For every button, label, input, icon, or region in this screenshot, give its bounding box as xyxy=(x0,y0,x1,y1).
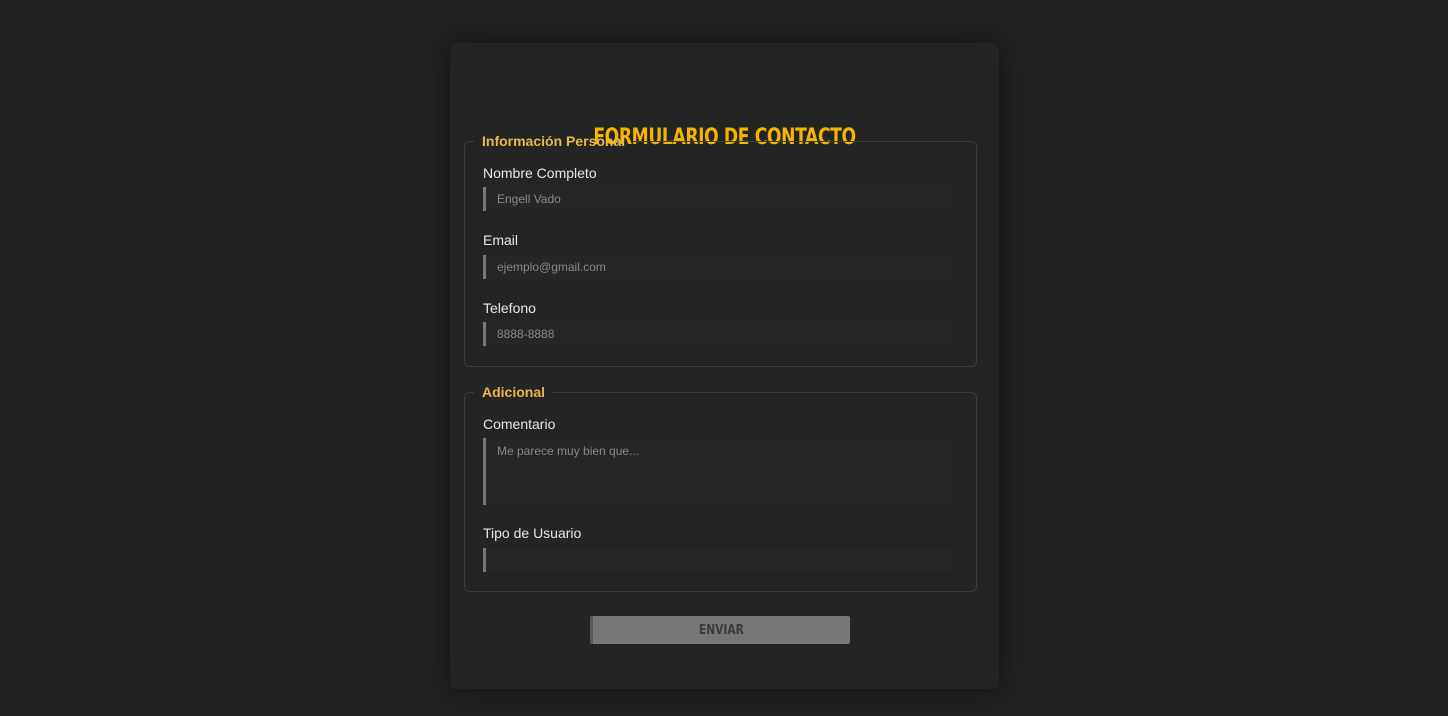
additional-content: Comentario Tipo de Usuario xyxy=(464,384,977,592)
name-label: Nombre Completo xyxy=(483,165,597,181)
name-input[interactable] xyxy=(483,187,953,211)
contact-form-card: Formulario de Contacto Información Perso… xyxy=(450,43,999,689)
user-type-label: Tipo de Usuario xyxy=(483,525,582,541)
user-type-select[interactable] xyxy=(483,548,953,572)
comment-textarea[interactable] xyxy=(483,438,953,505)
comment-label: Comentario xyxy=(483,416,556,432)
phone-label: Telefono xyxy=(483,300,536,316)
submit-button-label: Enviar xyxy=(699,622,744,638)
phone-input[interactable] xyxy=(483,322,953,346)
email-input[interactable] xyxy=(483,255,953,279)
personal-info-content: Nombre Completo Email Telefono xyxy=(464,133,977,367)
submit-button[interactable]: Enviar xyxy=(590,616,850,644)
email-label: Email xyxy=(483,232,519,248)
